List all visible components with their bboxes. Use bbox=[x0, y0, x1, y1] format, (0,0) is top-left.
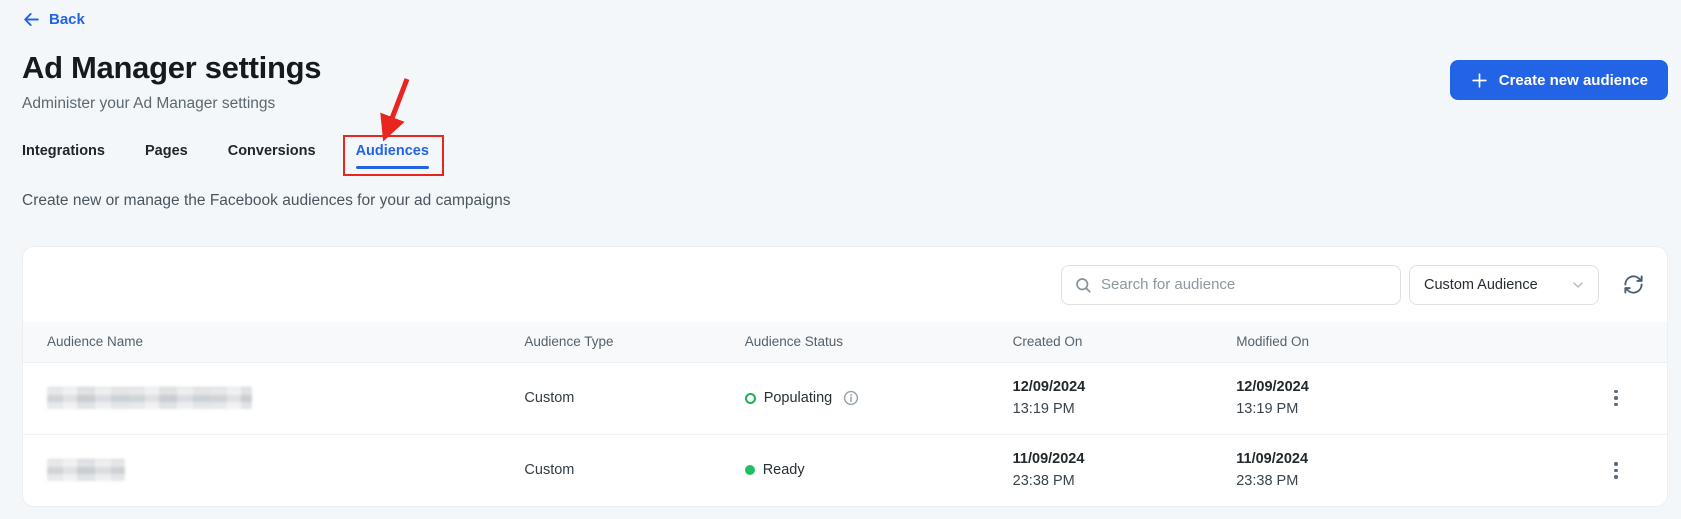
audience-search[interactable] bbox=[1061, 265, 1401, 305]
tab-label: Integrations bbox=[22, 143, 105, 159]
tab-label: Conversions bbox=[228, 143, 316, 159]
audience-type-value: Custom bbox=[524, 462, 574, 478]
info-icon[interactable] bbox=[843, 390, 859, 406]
status-label: Ready bbox=[763, 462, 805, 478]
audiences-card: Custom Audience Audience NameAudience Ty… bbox=[22, 246, 1668, 507]
column-header: Created On bbox=[1013, 322, 1237, 362]
row-actions-cell bbox=[1565, 434, 1667, 506]
redacted-audience-name bbox=[47, 387, 252, 409]
audience-type-value: Custom bbox=[524, 390, 574, 406]
search-icon bbox=[1074, 276, 1092, 294]
audience-type-cell: Custom bbox=[524, 434, 744, 506]
page-header: Ad Manager settings Administer your Ad M… bbox=[22, 50, 1668, 113]
status-label: Populating bbox=[764, 390, 833, 406]
audience-status-cell: Populating bbox=[745, 362, 1013, 434]
created-time: 13:19 PM bbox=[1013, 401, 1237, 417]
table-toolbar: Custom Audience bbox=[23, 247, 1667, 322]
back-label: Back bbox=[49, 11, 85, 28]
created-time: 23:38 PM bbox=[1013, 473, 1237, 489]
column-header: Modified On bbox=[1236, 322, 1565, 362]
tabs: Integrations Pages Conversions Audiences bbox=[22, 143, 1668, 169]
tab-pages[interactable]: Pages bbox=[145, 143, 188, 169]
search-input[interactable] bbox=[1101, 276, 1388, 293]
kebab-menu-icon[interactable] bbox=[1604, 458, 1628, 483]
created-date: 12/09/2024 bbox=[1013, 379, 1237, 395]
modified-time: 23:38 PM bbox=[1236, 473, 1565, 489]
table-header: Audience NameAudience TypeAudience Statu… bbox=[23, 322, 1667, 362]
page-subtitle: Administer your Ad Manager settings bbox=[22, 95, 321, 113]
plus-icon bbox=[1470, 71, 1489, 90]
created-on-cell: 12/09/2024 13:19 PM bbox=[1013, 362, 1237, 434]
tab-conversions[interactable]: Conversions bbox=[228, 143, 316, 169]
audience-type-filter[interactable]: Custom Audience bbox=[1409, 265, 1599, 305]
column-header: Audience Status bbox=[745, 322, 1013, 362]
filter-selected-value: Custom Audience bbox=[1424, 277, 1538, 293]
modified-date: 12/09/2024 bbox=[1236, 379, 1565, 395]
title-block: Ad Manager settings Administer your Ad M… bbox=[22, 50, 321, 113]
audience-type-cell: Custom bbox=[524, 362, 744, 434]
audience-status-cell: Ready bbox=[745, 434, 1013, 506]
arrow-left-icon bbox=[22, 10, 41, 29]
kebab-menu-icon[interactable] bbox=[1604, 386, 1628, 411]
audience-name-cell bbox=[23, 362, 524, 434]
create-new-audience-button[interactable]: Create new audience bbox=[1450, 60, 1668, 100]
row-actions-cell bbox=[1565, 362, 1667, 434]
created-on-cell: 11/09/2024 23:38 PM bbox=[1013, 434, 1237, 506]
table-row[interactable]: Custom Populating 12/09/2024 13:19 PM 12… bbox=[23, 362, 1667, 434]
tab-label: Audiences bbox=[356, 143, 429, 159]
status-dot-icon bbox=[745, 465, 755, 475]
redacted-audience-name bbox=[47, 459, 125, 481]
ad-manager-settings-page: Back Ad Manager settings Administer your… bbox=[0, 0, 1681, 507]
tab-integrations[interactable]: Integrations bbox=[22, 143, 105, 169]
modified-on-cell: 11/09/2024 23:38 PM bbox=[1236, 434, 1565, 506]
modified-on-cell: 12/09/2024 13:19 PM bbox=[1236, 362, 1565, 434]
refresh-button[interactable] bbox=[1615, 267, 1651, 303]
tab-audiences[interactable]: Audiences bbox=[356, 143, 429, 169]
refresh-icon bbox=[1622, 273, 1645, 296]
page-title: Ad Manager settings bbox=[22, 50, 321, 86]
created-date: 11/09/2024 bbox=[1013, 451, 1237, 467]
chevron-down-icon bbox=[1570, 277, 1586, 293]
section-description: Create new or manage the Facebook audien… bbox=[22, 192, 1668, 210]
audiences-table: Audience NameAudience TypeAudience Statu… bbox=[23, 322, 1667, 506]
tab-label: Pages bbox=[145, 143, 188, 159]
status-dot-icon bbox=[745, 393, 756, 404]
modified-time: 13:19 PM bbox=[1236, 401, 1565, 417]
column-header: Audience Type bbox=[524, 322, 744, 362]
create-new-audience-label: Create new audience bbox=[1499, 72, 1648, 89]
modified-date: 11/09/2024 bbox=[1236, 451, 1565, 467]
back-link[interactable]: Back bbox=[22, 10, 85, 29]
column-header: Audience Name bbox=[23, 322, 524, 362]
table-row[interactable]: Custom Ready 11/09/2024 23:38 PM 11/09/2… bbox=[23, 434, 1667, 506]
audience-name-cell bbox=[23, 434, 524, 506]
